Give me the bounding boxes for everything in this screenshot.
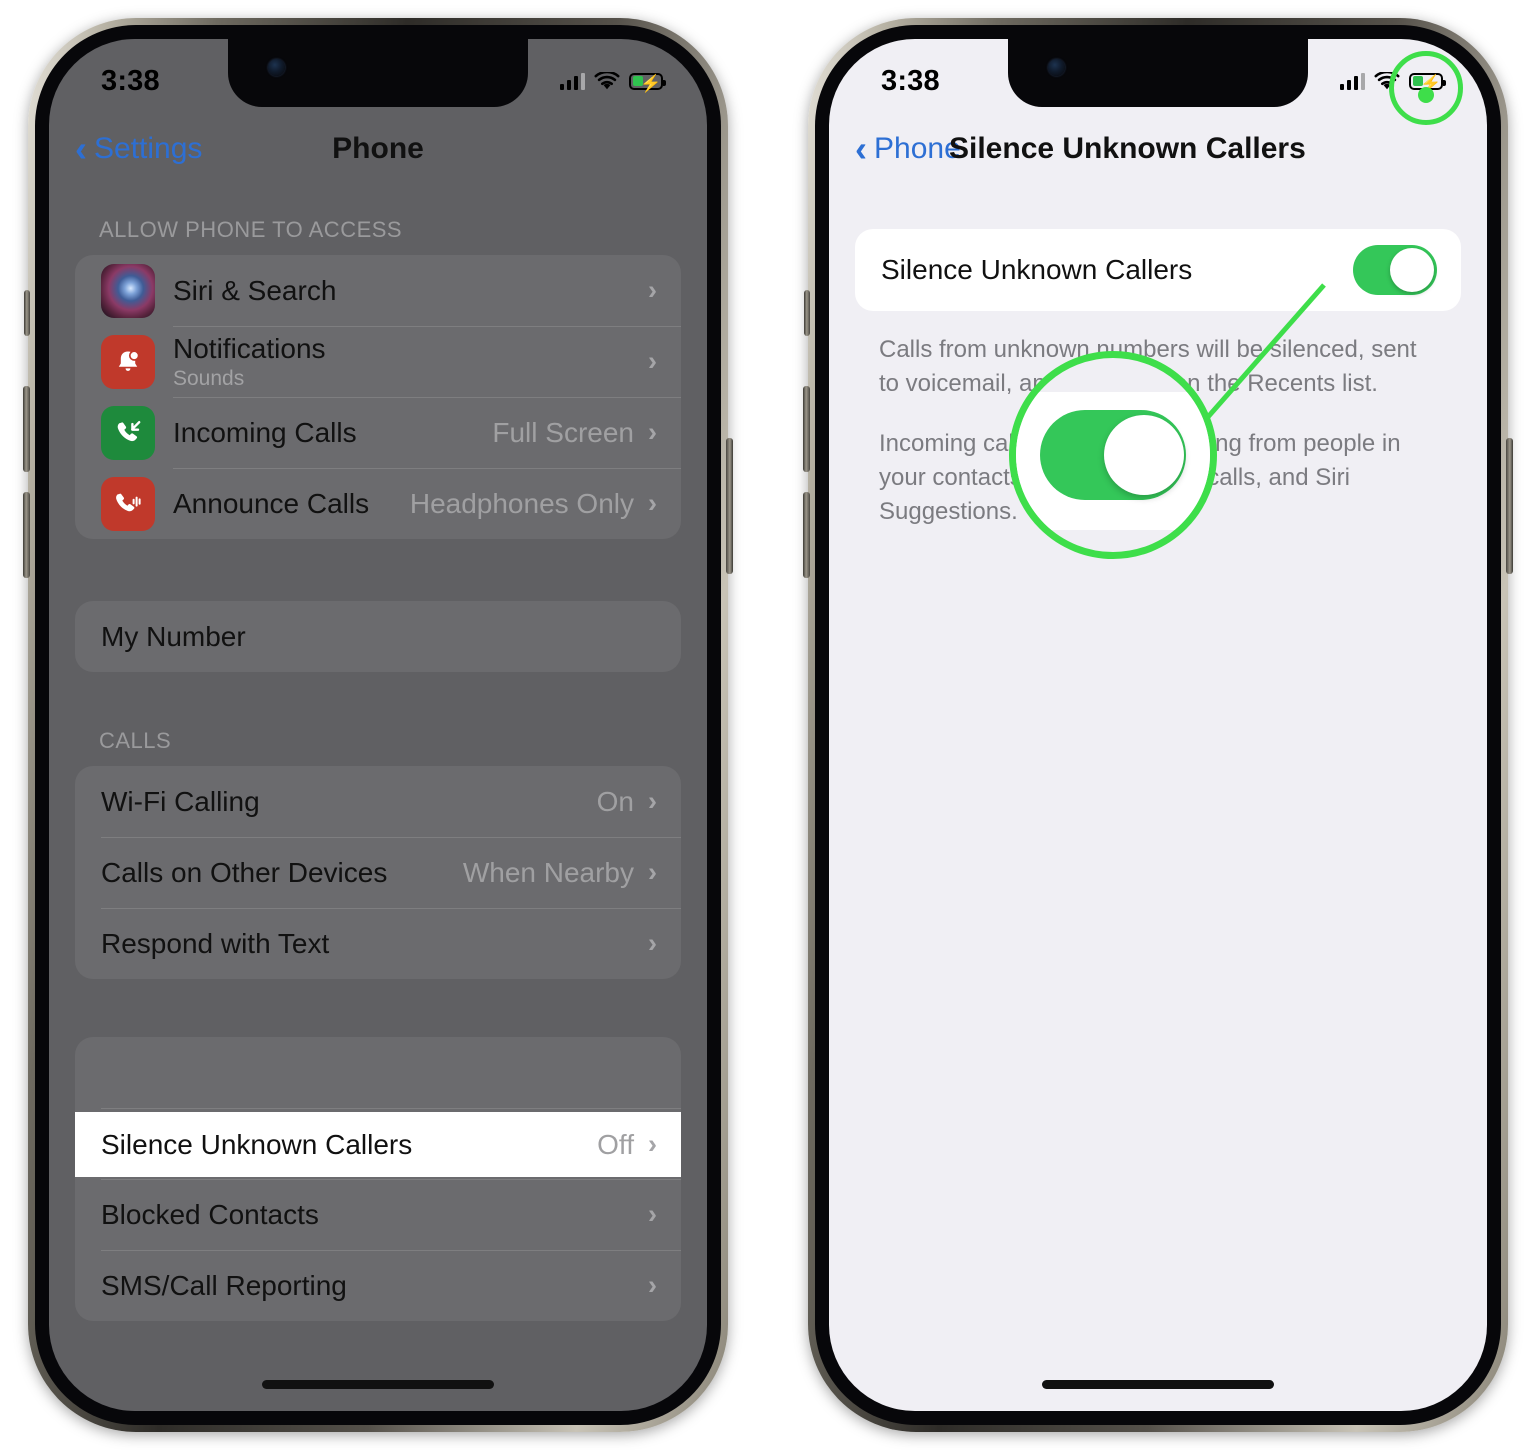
row-announce-calls[interactable]: Announce Calls Headphones Only › [75,468,681,539]
signal-bars-icon [1339,72,1365,90]
display-notch [228,39,528,107]
chevron-right-icon: › [648,1199,657,1229]
row-label: Siri & Search [173,274,337,306]
left-nav-bar: ‹ Settings Phone [49,111,707,187]
row-label: Wi-Fi Calling [101,785,260,817]
volume-up-button[interactable] [803,386,810,472]
row-incoming-calls[interactable]: Incoming Calls Full Screen › [75,397,681,468]
row-my-number[interactable]: My Number [75,601,681,672]
chevron-left-icon: ‹ [855,128,867,169]
status-time: 3:38 [101,64,160,97]
battery-charging-icon: ⚡ [1409,72,1446,93]
row-silence-unknown-callers[interactable]: Silence Unknown Callers [855,229,1461,311]
description-paragraph-1: Calls from unknown numbers will be silen… [879,336,1417,398]
left-phone-device: 3:38 ⚡ ‹ Settings Phone ALLOW PHONE TO A… [23,18,733,1432]
row-value: Full Screen [492,416,634,448]
row-label: Notifications [173,332,326,364]
row-value: Headphones Only [409,487,634,519]
silence-unknown-callers-card: Silence Unknown Callers [855,229,1461,311]
chevron-right-icon: › [648,786,657,816]
power-button[interactable] [726,438,733,574]
mute-switch-button[interactable] [24,290,30,336]
power-button[interactable] [1506,438,1513,574]
back-label: Settings [94,132,203,165]
page-title: Silence Unknown Callers [949,132,1306,165]
row-value: On [596,785,634,817]
chevron-right-icon: › [648,857,657,887]
row-label: Announce Calls [173,487,370,519]
row-value: Off [597,1128,634,1160]
row-label: SMS/Call Reporting [101,1269,347,1301]
status-indicators: ⚡ [559,71,666,93]
front-camera-icon [268,59,285,76]
signal-bars-icon [559,72,585,90]
front-camera-icon [1048,59,1065,76]
row-label: Silence Unknown Callers [881,254,1193,285]
volume-up-button[interactable] [23,386,30,472]
calls-card: Wi-Fi Calling On › Calls on Other Device… [75,766,681,979]
back-to-phone-button[interactable]: ‹ Phone [829,131,961,167]
description-text: Calls from unknown numbers will be silen… [829,311,1487,529]
row-subtitle: Sounds [173,366,245,390]
wifi-icon [1374,71,1400,89]
display-notch [1008,39,1308,107]
my-number-card: My Number [75,601,681,672]
home-indicator[interactable] [262,1380,494,1389]
row-sms-call-reporting[interactable]: SMS/Call Reporting › [75,1250,681,1321]
row-value: When Nearby [462,856,634,888]
row-notifications[interactable]: Notifications Sounds › [75,326,681,397]
allow-access-card: Siri & Search › Notifications Sounds › I… [75,255,681,539]
chevron-left-icon: ‹ [75,128,87,169]
announce-call-icon [101,476,155,531]
volume-down-button[interactable] [803,492,810,578]
back-to-settings-button[interactable]: ‹ Settings [49,131,202,167]
section-header-calls: CALLS [99,728,172,753]
right-nav-bar: ‹ Phone Silence Unknown Callers [829,111,1487,187]
section-header-allow-access: ALLOW PHONE TO ACCESS [99,217,403,242]
status-time: 3:38 [881,64,940,97]
row-respond-with-text[interactable]: Respond with Text › [75,908,681,979]
volume-down-button[interactable] [23,492,30,578]
chevron-right-icon: › [648,488,657,518]
row-label: Respond with Text [101,927,330,959]
mute-switch-button[interactable] [804,290,810,336]
row-siri-and-search[interactable]: Siri & Search › [75,255,681,326]
row-silence-unknown-callers-highlighted[interactable]: Silence Unknown Callers Off › [75,1112,681,1177]
chevron-right-icon: › [648,1129,657,1159]
right-phone-device: 3:38 ⚡ ‹ Phone Silence Unknown Callers S… [803,18,1513,1432]
home-indicator[interactable] [1042,1380,1274,1389]
right-settings-content: Silence Unknown Callers Calls from unkno… [829,187,1487,1411]
row-label: Calls on Other Devices [101,856,388,888]
chevron-right-icon: › [648,1270,657,1300]
row-label: Blocked Contacts [101,1198,319,1230]
chevron-right-icon: › [648,346,657,376]
chevron-right-icon: › [648,928,657,958]
row-blocked-contacts[interactable]: Blocked Contacts › [75,1179,681,1250]
left-settings-list: ALLOW PHONE TO ACCESS Siri & Search › No… [49,187,707,1411]
row-wifi-calling[interactable]: Wi-Fi Calling On › [75,766,681,837]
screenshot-root: 3:38 ⚡ ‹ Settings Phone ALLOW PHONE TO A… [0,0,1536,1450]
call-blocking-card: Silence Unknown Callers Call Blocking & … [75,1037,681,1321]
chevron-right-icon: › [648,417,657,447]
back-label: Phone [874,132,961,165]
row-label: Silence Unknown Callers [101,1128,413,1160]
description-paragraph-2: Incoming calls will continue to ring fro… [879,430,1401,526]
row-label: Incoming Calls [173,416,357,448]
wifi-icon [594,71,620,89]
toggle-switch-icon[interactable] [1353,245,1437,295]
left-phone-screen: 3:38 ⚡ ‹ Settings Phone ALLOW PHONE TO A… [49,39,707,1411]
toggle-knob [1390,248,1434,292]
right-phone-screen: 3:38 ⚡ ‹ Phone Silence Unknown Callers S… [829,39,1487,1411]
notifications-bell-icon [101,334,155,389]
status-indicators: ⚡ [1339,71,1446,93]
battery-charging-icon: ⚡ [629,72,666,93]
chevron-right-icon: › [648,275,657,305]
row-label: My Number [101,620,246,652]
siri-icon [101,263,155,318]
row-calls-on-other-devices[interactable]: Calls on Other Devices When Nearby › [75,837,681,908]
incoming-call-icon [101,405,155,460]
